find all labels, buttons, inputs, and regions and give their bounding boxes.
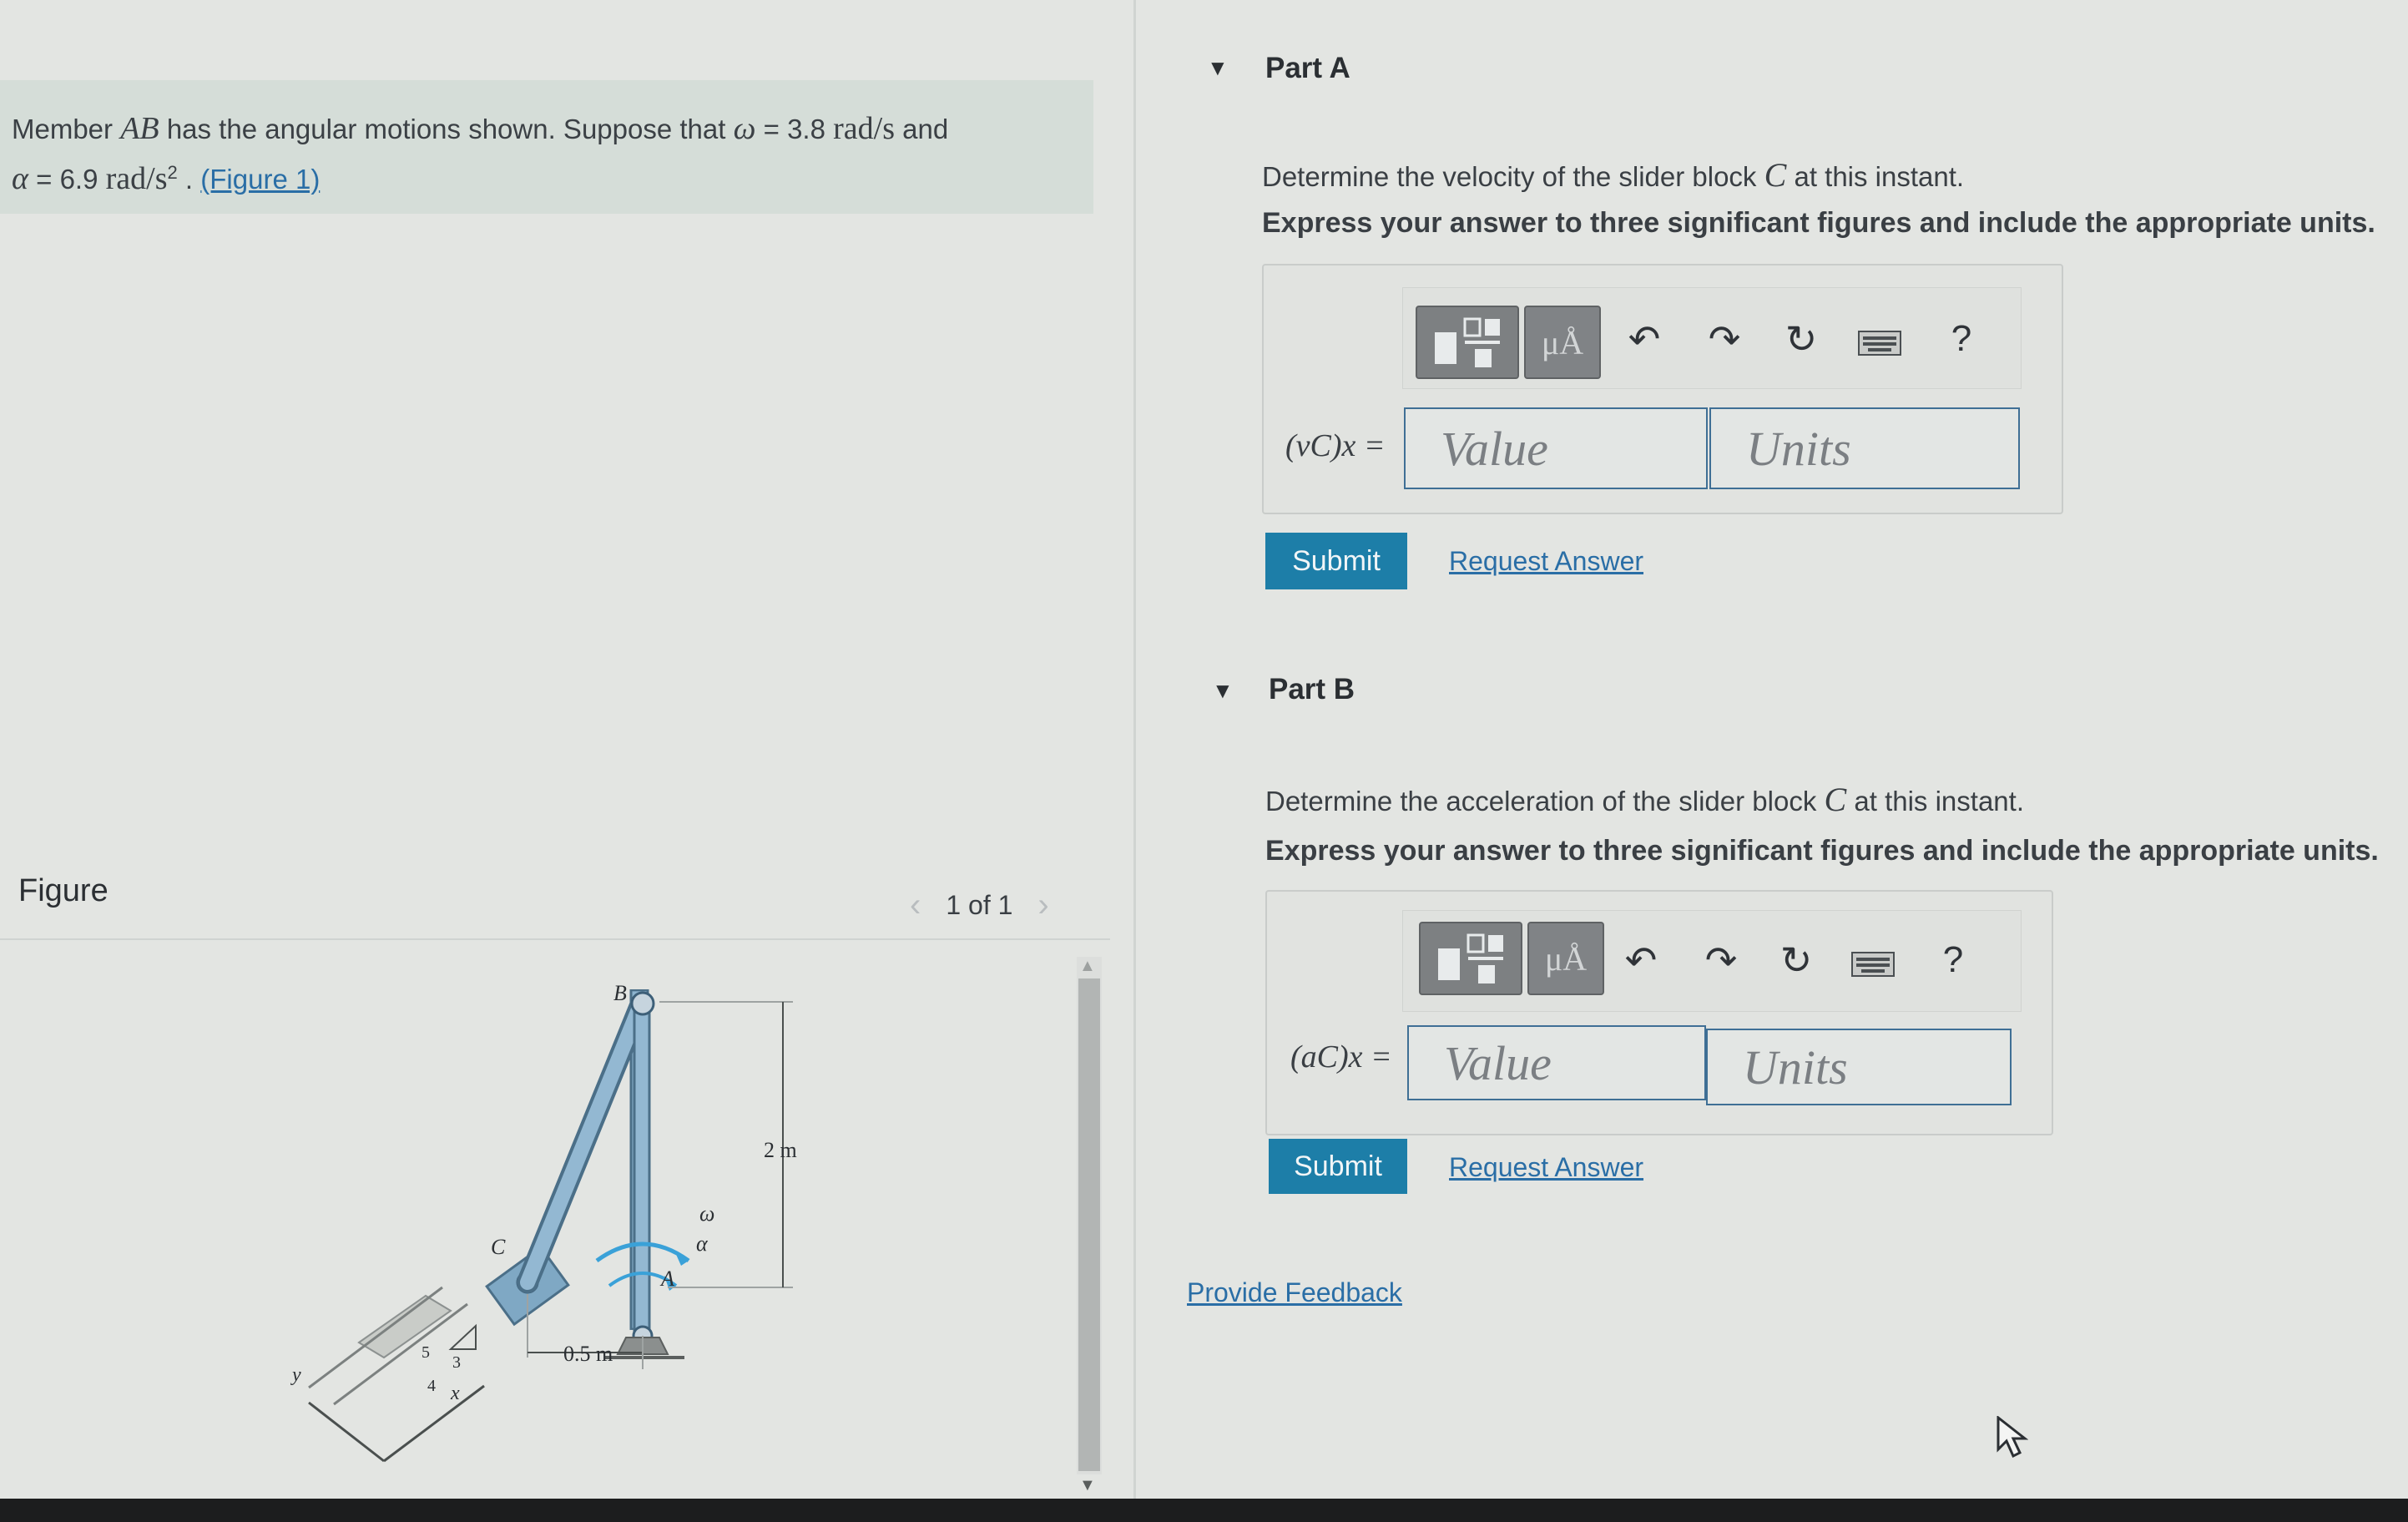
part-b-undo-icon[interactable]: ↶ xyxy=(1616,935,1666,985)
part-a-units-input[interactable] xyxy=(1744,419,2018,478)
scroll-down-icon[interactable]: ▼ xyxy=(1079,1476,1096,1495)
part-a-redo-icon[interactable]: ↷ xyxy=(1699,314,1749,364)
part-a-value-input[interactable] xyxy=(1439,419,1706,478)
part-a-question: Determine the velocity of the slider blo… xyxy=(1262,156,1965,194)
part-b-title[interactable]: Part B xyxy=(1269,673,1355,706)
figure-scroll-thumb[interactable] xyxy=(1078,978,1100,1471)
label-omega: ω xyxy=(699,1201,714,1226)
fraction-template-icon xyxy=(1438,933,1503,983)
part-b-units-field[interactable] xyxy=(1706,1029,2012,1105)
figure-divider xyxy=(0,938,1110,940)
omega-symbol: ω xyxy=(733,111,756,146)
part-a-undo-icon[interactable]: ↶ xyxy=(1619,314,1669,364)
alpha-value: 6.9 xyxy=(59,164,98,195)
label-height: 2 m xyxy=(764,1138,797,1162)
part-b-collapse-icon[interactable]: ▼ xyxy=(1212,678,1234,704)
label-y: y xyxy=(290,1364,301,1386)
part-a-request-answer-link[interactable]: Request Answer xyxy=(1449,546,1643,577)
figure-page-indicator: 1 of 1 xyxy=(946,890,1013,920)
bottom-edge xyxy=(0,1499,2408,1522)
part-a-units-field[interactable] xyxy=(1709,407,2020,489)
mechanism-figure: B C A ω α 2 m 0.5 m 5 3 4 x y xyxy=(290,981,797,1463)
part-b-keyboard-icon[interactable] xyxy=(1851,952,1895,981)
part-b-request-answer-link[interactable]: Request Answer xyxy=(1449,1152,1643,1183)
figure-pager: ‹ 1 of 1 › xyxy=(910,887,1049,924)
prev-figure-button[interactable]: ‹ xyxy=(910,887,921,924)
part-b-redo-icon[interactable]: ↷ xyxy=(1696,935,1746,985)
part-b-question: Determine the acceleration of the slider… xyxy=(1265,781,2024,818)
part-a-variable-label: (vC)x = xyxy=(1285,428,1386,463)
next-figure-button[interactable]: › xyxy=(1037,887,1048,924)
fraction-template-icon xyxy=(1435,317,1500,367)
part-a-units-button[interactable]: μÅ xyxy=(1524,306,1601,379)
label-alpha: α xyxy=(696,1231,709,1256)
part-b-variable-label: (aC)x = xyxy=(1290,1039,1392,1075)
part-b-templates-button[interactable] xyxy=(1419,922,1522,995)
label-slope-5: 5 xyxy=(422,1343,430,1362)
figure-link[interactable]: (Figure 1) xyxy=(200,164,320,195)
part-b-instruction: Express your answer to three significant… xyxy=(1265,835,2379,867)
mouse-cursor-icon xyxy=(1997,1416,2028,1459)
part-b-value-input[interactable] xyxy=(1442,1034,1704,1092)
figure-title: Figure xyxy=(18,873,109,908)
part-a-keyboard-icon[interactable] xyxy=(1858,331,1901,360)
label-x: x xyxy=(450,1383,460,1404)
part-b-units-button[interactable]: μÅ xyxy=(1527,922,1604,995)
part-a-templates-button[interactable] xyxy=(1416,306,1519,379)
part-b-help-icon[interactable]: ? xyxy=(1928,935,1978,985)
alpha-symbol: α xyxy=(12,161,28,196)
label-a: A xyxy=(659,1267,674,1291)
part-b-value-field[interactable] xyxy=(1407,1025,1706,1100)
provide-feedback-link[interactable]: Provide Feedback xyxy=(1187,1277,1402,1308)
part-a-instruction: Express your answer to three significant… xyxy=(1262,207,2375,239)
panel-divider xyxy=(1133,0,1136,1522)
part-b-reset-icon[interactable]: ↻ xyxy=(1771,935,1821,985)
axis-x xyxy=(383,1384,485,1463)
label-slope-3: 3 xyxy=(452,1353,461,1372)
part-a-value-field[interactable] xyxy=(1404,407,1708,489)
label-width: 0.5 m xyxy=(563,1342,613,1366)
problem-statement: Member AB has the angular motions shown.… xyxy=(12,111,949,196)
part-b-submit-button[interactable]: Submit xyxy=(1269,1139,1407,1194)
part-a-reset-icon[interactable]: ↻ xyxy=(1776,314,1826,364)
omega-value: 3.8 xyxy=(787,114,825,144)
label-c: C xyxy=(491,1235,506,1259)
label-b: B xyxy=(613,981,627,1005)
label-slope-4: 4 xyxy=(427,1377,436,1395)
pin-b xyxy=(630,991,655,1016)
part-a-collapse-icon[interactable]: ▼ xyxy=(1207,55,1229,81)
part-a-submit-button[interactable]: Submit xyxy=(1265,533,1407,589)
axis-y xyxy=(308,1401,385,1463)
omega-unit: rad/s xyxy=(833,111,895,146)
part-a-title[interactable]: Part A xyxy=(1265,52,1350,85)
part-b-units-input[interactable] xyxy=(1741,1038,2010,1096)
alpha-unit: rad/s xyxy=(105,161,168,196)
part-a-help-icon[interactable]: ? xyxy=(1936,314,1986,364)
slope-triangle xyxy=(448,1323,477,1350)
member-symbol: AB xyxy=(120,111,159,146)
scroll-up-icon[interactable]: ▲ xyxy=(1079,957,1096,976)
